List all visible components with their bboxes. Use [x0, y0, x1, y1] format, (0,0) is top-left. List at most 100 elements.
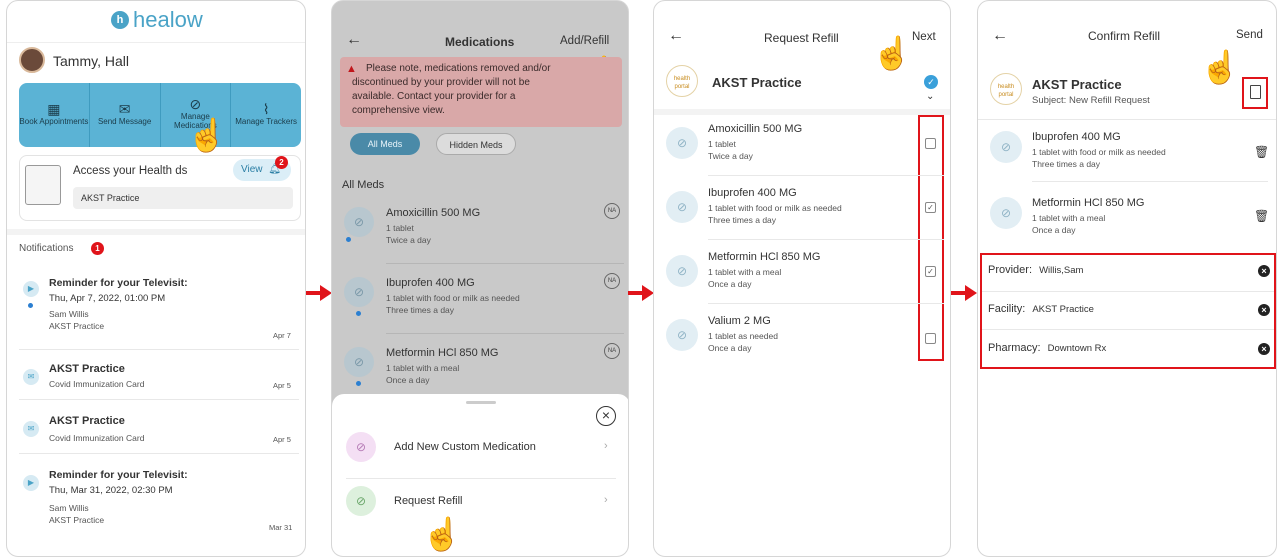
facility-field[interactable]: Facility: AKST Practice: [988, 303, 1094, 315]
notifications-heading: Notifications: [19, 243, 74, 254]
video-icon: ▶: [23, 281, 39, 297]
pill-icon: ⊘: [666, 319, 698, 351]
practice-selector[interactable]: AKST Practice: [73, 187, 293, 209]
med-checkbox[interactable]: ✓: [925, 202, 936, 213]
highlight-box: [918, 115, 944, 361]
pulse-icon: ⌇: [262, 100, 270, 117]
med-frequency: Once a day: [708, 343, 752, 353]
med-dose: 1 tablet with food or milk as needed: [1032, 147, 1166, 157]
notification-line: Covid Immunization Card: [49, 379, 145, 389]
divider: [708, 303, 944, 304]
pill-icon: ⊘: [666, 255, 698, 287]
provider-field[interactable]: Provider: Willis,Sam: [988, 264, 1083, 276]
chevron-right-icon: ›: [604, 440, 608, 452]
pharmacy-field[interactable]: Pharmacy: Downtown Rx: [988, 342, 1106, 354]
add-custom-medication-button[interactable]: Add New Custom Medication: [394, 441, 536, 453]
notification-line: Covid Immunization Card: [49, 433, 145, 443]
pill-icon: ⊘: [666, 127, 698, 159]
notification-title[interactable]: Reminder for your Televisit:: [49, 277, 188, 289]
divider: [346, 478, 616, 479]
med-name[interactable]: Amoxicillin 500 MG: [386, 207, 480, 219]
notification-title[interactable]: Reminder for your Televisit:: [49, 469, 188, 481]
tap-hand-icon: ☝: [1200, 49, 1240, 85]
med-frequency: Twice a day: [708, 151, 753, 161]
chevron-down-icon[interactable]: ⌄: [926, 91, 934, 102]
tile-label: Book Appointments: [19, 116, 89, 126]
unread-dot: [28, 303, 33, 308]
unread-dot: [346, 237, 351, 242]
med-dose: 1 tablet with a meal: [708, 267, 782, 277]
pill-icon: ⊘: [344, 347, 374, 377]
selected-check-icon: ✓: [924, 75, 938, 89]
book-appointments-button[interactable]: ▦ Book Appointments: [19, 83, 90, 147]
field-value: Downtown Rx: [1047, 343, 1107, 354]
tab-hidden-meds[interactable]: Hidden Meds: [436, 133, 516, 155]
trash-icon[interactable]: 🗑︎: [1254, 145, 1269, 159]
user-name[interactable]: Tammy, Hall: [53, 53, 129, 69]
notification-title[interactable]: AKST Practice: [49, 363, 125, 375]
med-dose: 1 tablet with food or milk as needed: [386, 293, 520, 303]
app-logo-text: healow: [133, 7, 203, 32]
request-refill-button[interactable]: Request Refill: [394, 495, 462, 507]
pill-icon: ⊘: [344, 207, 374, 237]
add-pill-icon: ⊘: [346, 432, 376, 462]
notification-line: Sam Willis: [49, 503, 89, 513]
add-refill-button[interactable]: Add/Refill: [560, 35, 609, 47]
next-button[interactable]: Next: [912, 31, 936, 43]
close-icon[interactable]: ×: [596, 406, 616, 426]
tile-label: Send Message: [97, 116, 152, 126]
pill-icon: ⊘: [344, 277, 374, 307]
med-name[interactable]: Ibuprofen 400 MG: [386, 277, 475, 289]
manage-trackers-button[interactable]: ⌇ Manage Trackers: [231, 83, 301, 147]
med-checkbox[interactable]: ✓: [925, 266, 936, 277]
divider: [386, 263, 624, 264]
unread-dot: [356, 381, 361, 386]
clear-icon[interactable]: ×: [1258, 304, 1270, 316]
notification-date: Apr 5: [273, 381, 291, 390]
view-badge: 2: [275, 156, 288, 169]
drag-handle[interactable]: [466, 401, 496, 404]
med-frequency: Three times a day: [1032, 159, 1101, 169]
med-frequency: Three times a day: [708, 215, 777, 225]
tap-hand-icon: ☝: [187, 117, 227, 153]
med-name[interactable]: Metformin HCl 850 MG: [386, 347, 498, 359]
back-arrow-icon[interactable]: ←: [346, 31, 362, 49]
flow-arrow: [951, 285, 977, 301]
back-arrow-icon[interactable]: ←: [992, 27, 1008, 45]
envelope-icon: ✉: [118, 100, 131, 117]
envelope-icon: ✉: [23, 421, 39, 437]
med-checkbox[interactable]: [925, 138, 936, 149]
med-dose: 1 tablet with food or milk as needed: [708, 203, 842, 213]
view-label: View: [241, 164, 263, 175]
avatar[interactable]: [19, 47, 45, 73]
clear-icon[interactable]: ×: [1258, 265, 1270, 277]
notification-line: Thu, Apr 7, 2022, 01:00 PM: [49, 293, 166, 304]
na-badge: NA: [604, 203, 620, 219]
send-button[interactable]: Send: [1236, 29, 1263, 41]
notification-line: Sam Willis: [49, 309, 89, 319]
na-badge: NA: [604, 273, 620, 289]
med-frequency: Once a day: [1032, 225, 1076, 235]
divider: [708, 175, 944, 176]
notification-date: Mar 31: [269, 523, 293, 532]
divider: [978, 119, 1276, 120]
notice-line: comprehensive view.: [352, 105, 445, 116]
notification-title[interactable]: AKST Practice: [49, 415, 125, 427]
document-icon[interactable]: [1250, 85, 1261, 99]
med-checkbox[interactable]: [925, 333, 936, 344]
clear-icon[interactable]: ×: [1258, 343, 1270, 355]
med-dose: 1 tablet as needed: [708, 331, 778, 341]
chevron-right-icon: ›: [604, 494, 608, 506]
trash-icon[interactable]: 🗑︎: [1254, 209, 1269, 223]
divider: [19, 453, 299, 454]
tab-all-meds[interactable]: All Meds: [350, 133, 420, 155]
med-dose: 1 tablet: [708, 139, 736, 149]
practice-name: AKST Practice: [1032, 77, 1122, 92]
quick-actions: ▦ Book Appointments ✉ Send Message ⊘ Man…: [19, 83, 301, 147]
records-title: Access your Health ds: [73, 165, 188, 177]
practice-name: AKST Practice: [712, 75, 802, 90]
notification-line: AKST Practice: [49, 515, 105, 525]
back-arrow-icon[interactable]: ←: [668, 27, 684, 45]
send-message-button[interactable]: ✉ Send Message: [90, 83, 161, 147]
divider: [19, 349, 299, 350]
